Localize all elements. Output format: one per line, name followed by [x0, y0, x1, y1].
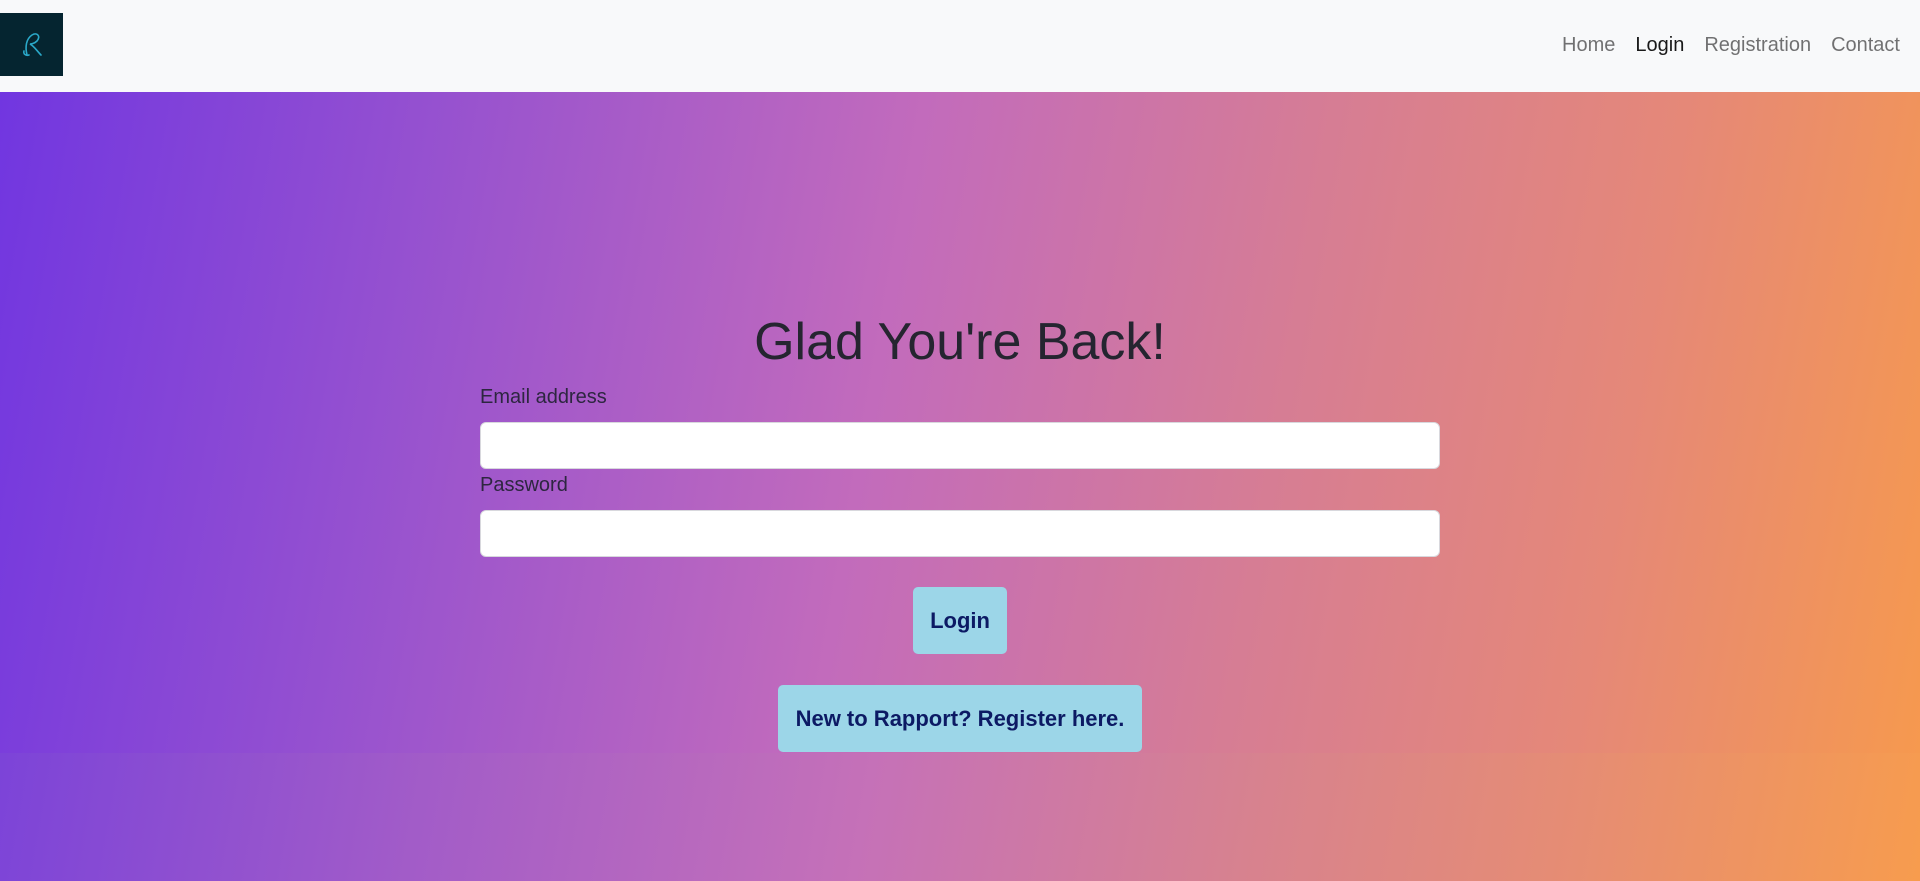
nav-link-contact[interactable]: Contact — [1821, 33, 1910, 57]
password-label: Password — [480, 474, 568, 496]
nav-links: Home Login Registration Contact — [1552, 33, 1910, 57]
page-title: Glad You're Back! — [754, 313, 1166, 371]
register-button[interactable]: New to Rapport? Register here. — [778, 685, 1142, 752]
navbar: Home Login Registration Contact — [0, 0, 1920, 92]
brand-logo[interactable] — [0, 13, 63, 76]
nav-link-registration[interactable]: Registration — [1694, 33, 1821, 57]
email-label: Email address — [480, 386, 607, 408]
nav-link-home[interactable]: Home — [1552, 33, 1625, 57]
hero-lower-band — [0, 753, 1920, 881]
nav-link-login[interactable]: Login — [1625, 33, 1694, 57]
rapport-logo-icon — [22, 32, 42, 56]
email-field[interactable] — [480, 422, 1440, 469]
password-field[interactable] — [480, 510, 1440, 557]
login-button[interactable]: Login — [913, 587, 1007, 654]
